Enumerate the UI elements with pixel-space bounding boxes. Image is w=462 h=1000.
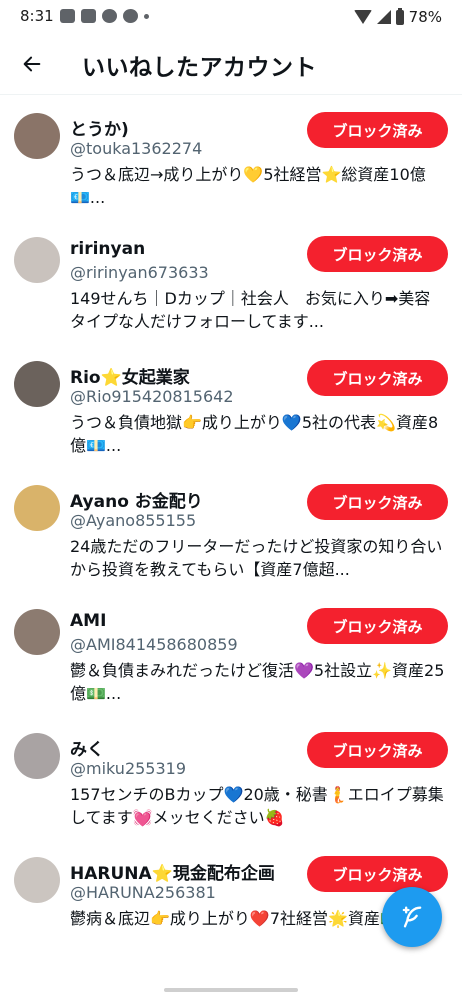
display-name: とうか): [70, 120, 129, 140]
handle: @ririnyan673633: [70, 263, 209, 282]
account-row[interactable]: みく @miku255319 157センチのBカップ💙20歳・秘書🧜エロイプ募集…: [0, 715, 462, 839]
bio: 鬱＆負債まみれだったけど復活💜5社設立✨資産25億💵...: [70, 661, 445, 703]
wifi-icon: [353, 10, 372, 24]
avatar[interactable]: [14, 609, 60, 655]
battery-level: 78%: [408, 8, 442, 26]
battery-icon: [395, 7, 404, 25]
signal-icon: [376, 10, 391, 24]
blocked-button[interactable]: ブロック済み: [307, 360, 448, 396]
account-row[interactable]: Rio⭐女起業家 @Rio915420815642 うつ＆負債地獄👉成り上がり💙…: [0, 343, 462, 467]
system-indicators: 78%: [353, 7, 442, 26]
display-name: Ayano お金配り: [70, 492, 203, 512]
display-name: Rio⭐女起業家: [70, 368, 190, 388]
avatar[interactable]: [14, 857, 60, 903]
handle: @Ayano855155: [70, 511, 197, 530]
more-dot-icon: [144, 14, 149, 19]
pokeball-icon: [102, 9, 117, 23]
display-name: AMI: [70, 611, 107, 631]
blocked-button[interactable]: ブロック済み: [307, 732, 448, 768]
arrow-left-icon: [23, 56, 41, 72]
avatar[interactable]: [14, 485, 60, 531]
home-indicator: [164, 988, 298, 992]
avatar[interactable]: [14, 113, 60, 159]
handle: @touka1362274: [70, 139, 203, 158]
account-row[interactable]: AMI @AMI841458680859 鬱＆負債まみれだったけど復活💜5社設立…: [0, 591, 462, 715]
handle: @HARUNA256381: [70, 883, 216, 902]
liked-accounts-list: とうか) @touka1362274 うつ＆底辺→成り上がり💛5社経営⭐総資産1…: [0, 95, 462, 963]
compose-button[interactable]: [382, 887, 442, 947]
handle: @miku255319: [70, 759, 187, 778]
display-name: みく: [70, 740, 104, 760]
handle: @Rio915420815642: [70, 387, 234, 406]
account-row[interactable]: とうか) @touka1362274 うつ＆底辺→成り上がり💛5社経営⭐総資産1…: [0, 95, 462, 219]
bio: 24歳ただのフリーターだったけど投資家の知り合いから投資を教えてもらい【資産7億…: [70, 537, 443, 579]
blocked-button[interactable]: ブロック済み: [307, 484, 448, 520]
bio: 149せんち｜Dカップ｜社会人 お気に入り➡美容 タイプな人だけフォローしてます…: [70, 289, 448, 331]
display-name: HARUNA⭐現金配布企画: [70, 864, 275, 884]
bio: うつ＆底辺→成り上がり💛5社経営⭐総資産10億💶...: [70, 165, 426, 207]
handle: @AMI841458680859: [70, 635, 238, 654]
account-row[interactable]: Ayano お金配り @Ayano855155 24歳ただのフリーターだったけど…: [0, 467, 462, 591]
account-row[interactable]: ririnyan @ririnyan673633 149せんち｜Dカップ｜社会人…: [0, 219, 462, 343]
blocked-button[interactable]: ブロック済み: [307, 608, 448, 644]
chat-app-icon: [123, 9, 138, 23]
status-time: 8:31: [20, 7, 54, 25]
page-title: いいねしたアカウント: [82, 55, 317, 81]
bio: うつ＆負債地獄👉成り上がり💙5社の代表💫資産8億💶...: [70, 413, 439, 455]
avatar[interactable]: [14, 237, 60, 283]
compose-feather-icon: [402, 906, 422, 928]
blocked-button[interactable]: ブロック済み: [307, 112, 448, 148]
notification-icons: [60, 9, 149, 23]
blocked-button[interactable]: ブロック済み: [307, 236, 448, 272]
line-app-icon: [60, 9, 75, 23]
status-bar: 8:31 78%: [0, 0, 462, 34]
avatar[interactable]: [14, 361, 60, 407]
app-header: いいねしたアカウント: [0, 34, 462, 95]
display-name: ririnyan: [70, 239, 146, 259]
mail-icon: [81, 9, 96, 23]
bio: 157センチのBカップ💙20歳・秘書🧜エロイプ募集してます💓メッセください🍓: [70, 785, 444, 827]
blocked-button[interactable]: ブロック済み: [307, 856, 448, 892]
avatar[interactable]: [14, 733, 60, 779]
back-button[interactable]: [14, 46, 50, 82]
